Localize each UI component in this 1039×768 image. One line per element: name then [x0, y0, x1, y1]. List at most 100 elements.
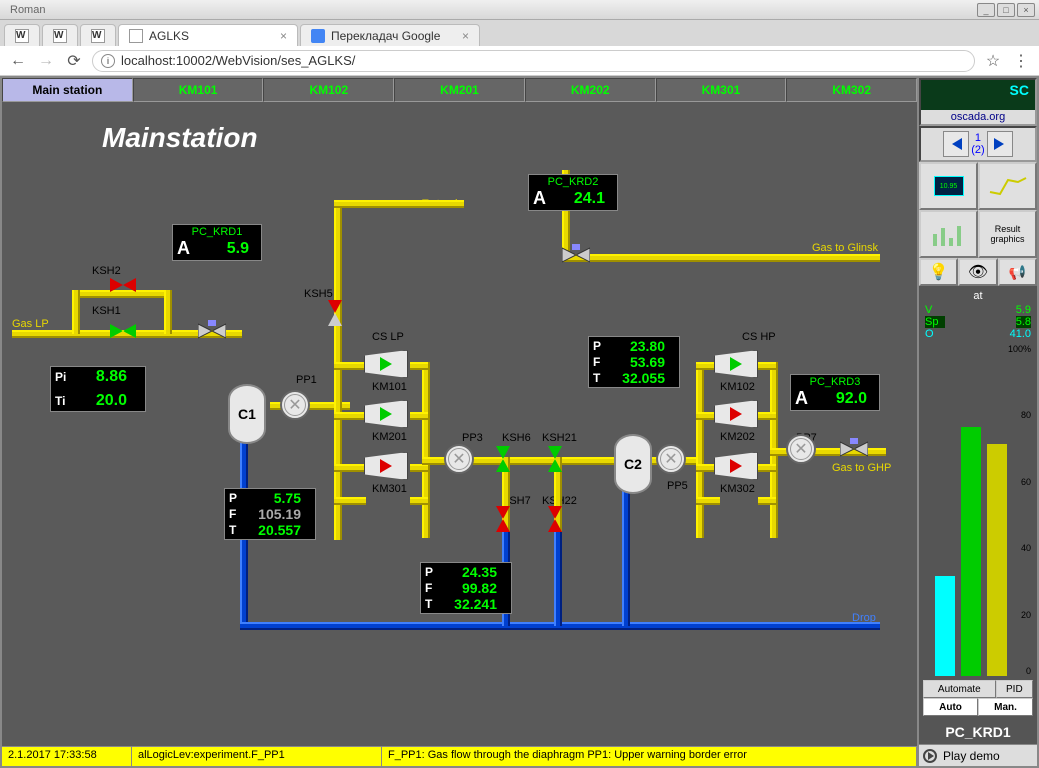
- browser-tab-aglks[interactable]: AGLKS ×: [118, 24, 298, 46]
- valve-ksh5[interactable]: [328, 300, 342, 326]
- tool-eye-button[interactable]: 👁: [958, 258, 997, 286]
- tab-km102[interactable]: KM102: [263, 78, 394, 102]
- compressor-km302[interactable]: [714, 452, 758, 480]
- pid-button[interactable]: PID: [996, 680, 1033, 698]
- label-km202: KM202: [720, 431, 755, 443]
- readout-pc-krd1[interactable]: PC_KRD1 A5.9: [172, 224, 262, 261]
- page-next-button[interactable]: [987, 131, 1013, 157]
- url-text: localhost:10002/WebVision/ses_AGLKS/: [121, 53, 355, 68]
- bar-yellow: [987, 444, 1007, 676]
- play-demo-row[interactable]: Play demo: [919, 744, 1037, 766]
- readout-pi-ti[interactable]: Pi8.86 Ti20.0: [50, 366, 146, 412]
- label-km101: KM101: [372, 381, 407, 393]
- tab-main-station[interactable]: Main station: [2, 78, 133, 102]
- pipe: [72, 290, 80, 334]
- page-number: 1(2): [971, 132, 984, 156]
- nav-forward-button[interactable]: →: [36, 51, 56, 71]
- pipe: [422, 362, 430, 538]
- compressor-km102[interactable]: [714, 350, 758, 378]
- valve-ksh2[interactable]: [110, 278, 136, 292]
- label-gas-ghp: Gas to GHP: [832, 462, 891, 474]
- browser-tab-3[interactable]: W: [80, 24, 116, 46]
- tab-close-icon[interactable]: ×: [462, 29, 469, 43]
- compressor-km201[interactable]: [364, 400, 408, 428]
- valve-ksh6[interactable]: [496, 446, 510, 472]
- tool-trend-button[interactable]: [978, 162, 1037, 210]
- browser-tab-google[interactable]: Перекладач Google ×: [300, 24, 480, 46]
- window-maximize-button[interactable]: □: [997, 3, 1015, 17]
- tab-km301[interactable]: KM301: [656, 78, 787, 102]
- status-bar: 2.1.2017 17:33:58 alLogicLev:experiment.…: [2, 746, 917, 766]
- label-pp1: PP1: [296, 374, 317, 386]
- readout-pc-krd3[interactable]: PC_KRD3 A92.0: [790, 374, 880, 411]
- nav-reload-button[interactable]: ⟳: [64, 51, 84, 71]
- logo-box[interactable]: SC oscada.org: [919, 78, 1037, 126]
- man-button[interactable]: Man.: [978, 698, 1033, 716]
- browser-tab-1[interactable]: W: [4, 24, 40, 46]
- readout-pft1[interactable]: P5.75 F105.19 T20.557: [224, 488, 316, 540]
- pipe: [334, 497, 366, 505]
- logo-sc-text: SC: [1010, 82, 1029, 98]
- pipe: [696, 497, 720, 505]
- favicon-w-icon: W: [15, 29, 29, 43]
- compressor-km301[interactable]: [364, 452, 408, 480]
- valve-ksh7[interactable]: [496, 506, 510, 532]
- readout-pft3[interactable]: P23.80 F53.69 T32.055: [588, 336, 680, 388]
- auto-button[interactable]: Auto: [923, 698, 978, 716]
- tool-display-button[interactable]: 10.95: [919, 162, 978, 210]
- label-ksh1: KSH1: [92, 305, 121, 317]
- readout-pft2[interactable]: P24.35 F99.82 T32.241: [420, 562, 512, 614]
- bar-cyan: [935, 576, 955, 676]
- tab-close-icon[interactable]: ×: [280, 29, 287, 43]
- pc-label: PC_KRD1: [919, 720, 1037, 744]
- tab-km302[interactable]: KM302: [786, 78, 917, 102]
- bookmark-star-icon[interactable]: ☆: [983, 51, 1003, 71]
- valve-ksh1[interactable]: [110, 324, 136, 338]
- status-time: 2.1.2017 17:33:58: [2, 747, 132, 766]
- sound-icon: 📢: [1009, 264, 1026, 281]
- page-title: Mainstation: [102, 122, 258, 154]
- window-titlebar: Roman _ □ ×: [0, 0, 1039, 20]
- nav-back-button[interactable]: ←: [8, 51, 28, 71]
- status-message: F_PP1: Gas flow through the diaphragm PP…: [382, 747, 917, 766]
- bar-green: [961, 427, 981, 676]
- compressor-km101[interactable]: [364, 350, 408, 378]
- mode-row-1: Automate PID: [923, 680, 1033, 698]
- browser-menu-icon[interactable]: ⋮: [1011, 51, 1031, 71]
- tank-c1[interactable]: C1: [228, 384, 266, 444]
- tool-bulb-button[interactable]: 💡: [919, 258, 958, 286]
- window-minimize-button[interactable]: _: [977, 3, 995, 17]
- valve-ksh21[interactable]: [548, 446, 562, 472]
- automate-button[interactable]: Automate: [923, 680, 996, 698]
- tool-result-graphics-button[interactable]: Result graphics: [978, 210, 1037, 258]
- tab-km202[interactable]: KM202: [525, 78, 656, 102]
- readout-pc-krd2[interactable]: PC_KRD2 A24.1: [528, 174, 618, 211]
- main-panel: Main station KM101 KM102 KM201 KM202 KM3…: [0, 76, 919, 768]
- tab-km201[interactable]: KM201: [394, 78, 525, 102]
- bulb-icon: 💡: [929, 262, 949, 282]
- browser-tab-2[interactable]: W: [42, 24, 78, 46]
- control-valve-krd3[interactable]: [840, 438, 868, 460]
- tool-row-3: 💡 👁 📢: [919, 258, 1037, 286]
- tool-bars-button[interactable]: [919, 210, 978, 258]
- tool-row-1: 10.95: [919, 162, 1037, 210]
- url-input[interactable]: i localhost:10002/WebVision/ses_AGLKS/: [92, 50, 975, 72]
- tab-km101[interactable]: KM101: [133, 78, 264, 102]
- label-pp3: PP3: [462, 432, 483, 444]
- label-km301: KM301: [372, 483, 407, 495]
- compressor-km202[interactable]: [714, 400, 758, 428]
- window-close-button[interactable]: ×: [1017, 3, 1035, 17]
- pump-pp7[interactable]: [786, 434, 816, 464]
- control-valve-krd2[interactable]: [562, 244, 590, 266]
- pump-pp1[interactable]: [280, 390, 310, 420]
- site-info-icon[interactable]: i: [101, 54, 115, 68]
- label-cs-lp: CS LP: [372, 331, 404, 343]
- logo-url-text: oscada.org: [921, 110, 1035, 124]
- tank-c2[interactable]: C2: [614, 434, 652, 494]
- valve-ksh22[interactable]: [548, 506, 562, 532]
- pump-pp3[interactable]: [444, 444, 474, 474]
- tool-sound-button[interactable]: 📢: [998, 258, 1037, 286]
- control-valve-krd1[interactable]: [198, 320, 226, 342]
- page-prev-button[interactable]: [943, 131, 969, 157]
- pump-pp5[interactable]: [656, 444, 686, 474]
